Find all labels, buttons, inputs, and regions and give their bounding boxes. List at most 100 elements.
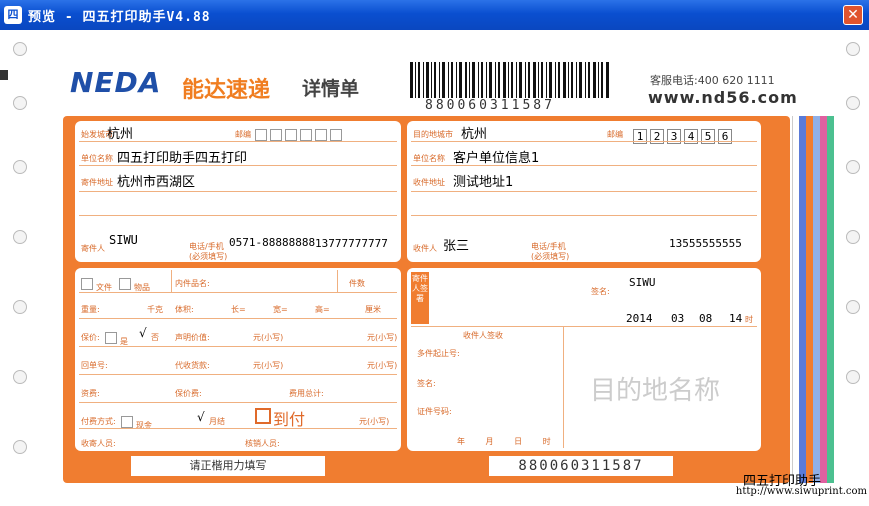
stub-strip-lightblue <box>813 116 820 483</box>
stub-strip-green <box>827 116 834 483</box>
tractor-hole <box>13 96 27 110</box>
tractor-hole <box>846 96 860 110</box>
id-label: 证件号码: <box>417 407 452 416</box>
preview-canvas: NEDA 能达速递 详情单 880060311587 客服电话:400 620 … <box>0 30 869 506</box>
bill-label: 回单号: <box>81 361 108 370</box>
header-barcode <box>410 62 609 98</box>
stub-strip-pink <box>820 116 827 483</box>
footer-barcode-number: 880060311587 <box>489 456 673 476</box>
sender-post-label: 邮编 <box>235 130 251 139</box>
insure-yes-label: 是 <box>120 337 128 346</box>
item-name-label: 内件品名: <box>175 279 210 288</box>
cod-label: 代收货款: <box>175 361 210 370</box>
sender-city: 杭州 <box>107 127 134 142</box>
receipt-signer: SIWU <box>629 276 656 289</box>
sender-mobile: 13777777777 <box>315 237 388 250</box>
perforation-mark <box>0 70 8 80</box>
tractor-hole <box>846 160 860 174</box>
sender-name-label: 寄件人 <box>81 244 105 253</box>
tractor-hole <box>13 370 27 384</box>
tractor-hole <box>13 42 27 56</box>
receiver-company-label: 单位名称 <box>413 154 445 163</box>
stub-strip-orange <box>806 116 813 483</box>
receiver-address: 测试地址1 <box>453 175 514 190</box>
app-icon: 四 <box>4 6 22 24</box>
to-pay-unit: 元(小写) <box>359 417 390 426</box>
weight-unit: 千克 <box>147 305 163 314</box>
receiver-city-label: 目的地城市 <box>413 130 453 139</box>
declared-unit: 元(小写) <box>253 333 284 342</box>
to-pay-checkbox <box>255 408 271 424</box>
freight-label: 资费: <box>81 389 100 398</box>
receiver-sign-title: 收件人签收 <box>463 331 503 340</box>
review-label: 核销人员: <box>245 439 280 448</box>
waybill-form: 始发城市 杭州 邮编 单位名称 四五打印助手四五打印 寄件地址 杭州市西湖区 寄… <box>63 116 790 483</box>
tractor-hole <box>13 440 27 454</box>
footer-note: 请正楷用力填写 <box>131 456 325 476</box>
receipt-sign-label: 签名: <box>591 287 610 296</box>
receiver-phone-note: (必须填写) <box>531 252 570 261</box>
receipt-hour-unit: 时 <box>745 315 753 324</box>
tractor-hole <box>13 300 27 314</box>
multi-label: 多件起止号: <box>417 349 460 358</box>
tractor-hole <box>846 370 860 384</box>
weight-label: 重量: <box>81 305 100 314</box>
receipt-month: 03 <box>671 312 685 325</box>
volume-unit: 厘米 <box>365 305 381 314</box>
insure-fee-label: 保价费: <box>175 389 202 398</box>
receipt-day: 08 <box>699 312 713 325</box>
sender-postcode-boxes <box>255 126 345 145</box>
length-label: 长= <box>231 305 246 314</box>
sender-name: SIWU <box>109 233 138 247</box>
pay-monthly-check: √ <box>197 410 205 424</box>
receiver-mobile: 13555555555 <box>669 237 742 250</box>
receipt-date-labels: 年 月 日 时 <box>457 437 551 446</box>
receiver-address-label: 收件地址 <box>413 178 445 187</box>
sender-sign-vertical: 寄件人签署 <box>411 272 429 324</box>
width-label: 宽= <box>273 305 288 314</box>
to-pay-label: 到付 <box>273 410 306 429</box>
window-title: 预览 - 四五打印助手V4.88 <box>28 10 211 25</box>
receipt-hour: 14 <box>729 312 743 325</box>
insure-no-check: √ <box>139 326 147 340</box>
count-label: 件数 <box>349 279 365 288</box>
stub-strip-blue <box>799 116 806 483</box>
sender-address-label: 寄件地址 <box>81 178 113 187</box>
receiver-name: 张三 <box>443 239 470 254</box>
tractor-hole <box>13 160 27 174</box>
sender-company-label: 单位名称 <box>81 154 113 163</box>
insure-label: 保价: <box>81 333 100 342</box>
tractor-hole <box>846 230 860 244</box>
hotline-text: 客服电话:400 620 1111 <box>650 74 775 87</box>
receiver-city: 杭州 <box>461 127 488 142</box>
brand-url: http://www.siwuprint.com <box>735 486 867 497</box>
logo-subtitle: 能达速递 <box>182 78 271 103</box>
declared-unit-right: 元(小写) <box>367 333 398 342</box>
detail-title: 详情单 <box>302 78 360 100</box>
sender-company: 四五打印助手四五打印 <box>117 151 248 166</box>
website-text: www.nd56.com <box>648 88 798 107</box>
tractor-hole <box>846 300 860 314</box>
declared-label: 声明价值: <box>175 333 210 342</box>
insure-no-label: 否 <box>151 333 159 342</box>
tractor-hole <box>13 230 27 244</box>
destination-watermark: 目的地名称 <box>590 376 721 406</box>
total-label: 费用总计: <box>289 389 324 398</box>
file-option: 文件 <box>81 278 112 293</box>
receipt-box: 寄件人签署 签名: SIWU 2014 03 08 14 时 收件人签收 多件起… <box>407 268 761 451</box>
sender-address: 杭州市西湖区 <box>117 175 196 190</box>
sender-box: 始发城市 杭州 邮编 单位名称 四五打印助手四五打印 寄件地址 杭州市西湖区 寄… <box>75 121 401 262</box>
pay-label: 付费方式: <box>81 417 116 426</box>
volume-label: 体积: <box>175 305 194 314</box>
close-button[interactable]: ✕ <box>843 5 863 25</box>
receiver-box: 目的地城市 杭州 邮编 123456 单位名称 客户单位信息1 收件地址 测试地… <box>407 121 761 262</box>
pay-monthly-label: 月结 <box>209 417 225 426</box>
sender-phone: 0571-88888888 <box>229 236 316 249</box>
sender-phone-note: (必须填写) <box>189 252 228 261</box>
goods-label: 物品 <box>134 283 150 292</box>
receipt-year: 2014 <box>626 312 653 325</box>
tractor-hole <box>846 42 860 56</box>
title-bar: 四 预览 - 四五打印助手V4.88 ✕ <box>0 0 869 30</box>
cod-unit: 元(小写) <box>253 361 284 370</box>
goods-option: 物品 <box>119 278 150 293</box>
